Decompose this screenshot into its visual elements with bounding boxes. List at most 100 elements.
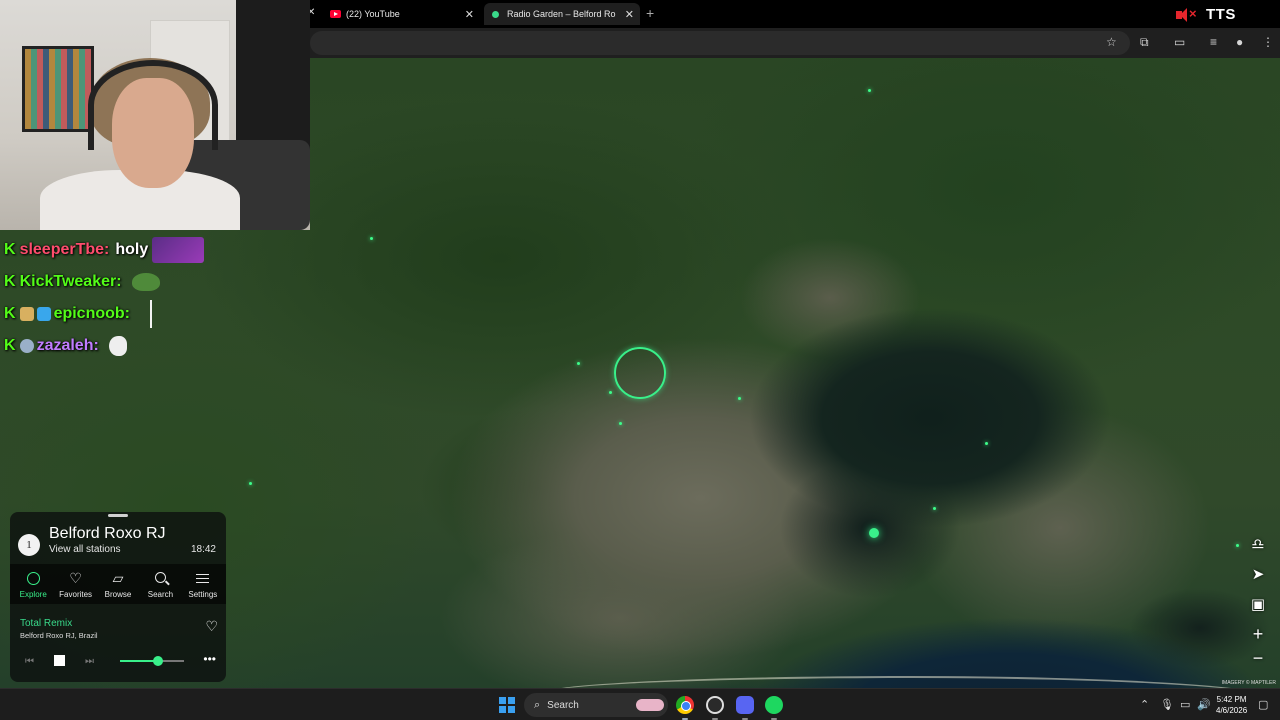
explore-ring-icon xyxy=(26,572,40,585)
balloon-icon[interactable]: ♎ xyxy=(1248,534,1268,554)
chat-message: K KickTweaker: xyxy=(4,266,204,298)
map-credit: IMAGERY © MAPTILER xyxy=(1221,680,1276,686)
windows-start-icon[interactable] xyxy=(499,697,515,713)
station-dot[interactable] xyxy=(1236,544,1239,547)
favorite-heart-icon[interactable]: ♡ xyxy=(205,618,218,635)
spotify-icon[interactable] xyxy=(765,696,783,714)
new-tab-button[interactable]: + xyxy=(646,5,654,21)
locate-arrow-icon[interactable]: ➤ xyxy=(1248,564,1268,584)
station-dot[interactable] xyxy=(249,482,252,485)
previous-icon[interactable]: ⏮ xyxy=(25,656,34,667)
playing-station-dot[interactable] xyxy=(869,528,879,538)
chat-username: zazaleh: xyxy=(36,337,99,354)
chat-text: holy xyxy=(115,241,149,258)
taskbar-time: 5:42 PM xyxy=(1216,695,1247,704)
bookmark-star-icon[interactable]: ☆ xyxy=(1106,35,1117,49)
search-icon xyxy=(154,572,166,583)
profile-avatar-icon[interactable]: ● xyxy=(1236,35,1243,49)
now-playing-title[interactable]: Total Remix xyxy=(20,618,72,629)
station-count-badge: 1 xyxy=(18,534,40,556)
taskbar-clock[interactable]: 5:42 PM 4/6/2026 xyxy=(1216,694,1247,716)
obs-icon[interactable] xyxy=(706,696,724,714)
kick-badge-icon: K xyxy=(4,241,16,258)
radio-garden-icon xyxy=(492,10,499,18)
chrome-icon[interactable] xyxy=(676,696,694,714)
webcam-poster xyxy=(22,46,94,132)
stop-button[interactable] xyxy=(54,655,65,666)
selected-station-ring[interactable] xyxy=(614,347,666,399)
station-dot[interactable] xyxy=(370,237,373,240)
nav-favorites[interactable]: ♡ Favorites xyxy=(54,564,96,604)
taskbar-date: 4/6/2026 xyxy=(1216,706,1248,715)
taskbar-search-label: Search xyxy=(547,699,579,711)
browser-menu-icon[interactable]: ⋮ xyxy=(1262,35,1274,49)
volume-knob[interactable] xyxy=(153,656,164,666)
muted-speaker-icon: × xyxy=(1176,6,1197,22)
tts-indicator: × TTS xyxy=(1176,6,1236,23)
nav-search[interactable]: Search xyxy=(139,564,181,604)
station-dot[interactable] xyxy=(577,362,580,365)
view-all-stations-link[interactable]: View all stations xyxy=(49,544,121,555)
stickman-emote-icon xyxy=(150,300,162,328)
nav-label: Browse xyxy=(104,589,132,599)
nav-label: Search xyxy=(147,589,174,599)
gold-badge-icon xyxy=(19,307,34,321)
more-options-icon[interactable]: ••• xyxy=(203,652,216,666)
kick-badge-icon: K xyxy=(4,305,16,322)
tab-radio-garden[interactable]: Radio Garden – Belford Ro ✕ xyxy=(484,3,640,25)
station-dot[interactable] xyxy=(609,391,612,394)
nav-label: Favorites xyxy=(59,589,93,599)
map-icon: ▱ xyxy=(112,570,124,586)
search-highlight-icon xyxy=(636,699,664,711)
station-dot[interactable] xyxy=(933,507,936,510)
radio-garden-nav: Explore ♡ Favorites ▱ Browse Search Sett… xyxy=(10,564,226,604)
address-bar[interactable] xyxy=(310,31,1130,55)
nav-browse[interactable]: ▱ Browse xyxy=(97,564,139,604)
station-dot[interactable] xyxy=(738,397,741,400)
station-dot[interactable] xyxy=(868,89,871,92)
globe-badge-icon xyxy=(19,339,34,353)
tab-label: Radio Garden – Belford Ro xyxy=(507,9,616,19)
cast-icon[interactable]: ▭ xyxy=(1174,35,1185,49)
webcam-feed xyxy=(0,0,310,230)
network-icon[interactable]: ▭ xyxy=(1180,698,1190,711)
discord-icon[interactable] xyxy=(736,696,754,714)
lock-icon[interactable]: ▣ xyxy=(1248,594,1268,614)
station-dot[interactable] xyxy=(985,442,988,445)
place-name: Belford Roxo RJ xyxy=(49,525,166,542)
volume-slider[interactable] xyxy=(120,656,184,666)
chat-message: K epicnoob: xyxy=(4,298,204,330)
zoom-out-icon[interactable]: − xyxy=(1248,648,1268,668)
chat-username: KickTweaker: xyxy=(19,273,122,290)
local-time: 18:42 xyxy=(190,544,216,555)
station-dot[interactable] xyxy=(619,422,622,425)
nav-explore[interactable]: Explore xyxy=(12,564,54,604)
chat-message: K sleeperTbe: holy xyxy=(4,234,205,266)
youtube-icon xyxy=(330,10,341,18)
chat-username: epicnoob: xyxy=(53,305,130,322)
heart-icon: ♡ xyxy=(69,570,82,586)
emote-icon xyxy=(152,237,205,263)
search-icon: ⌕ xyxy=(534,698,541,711)
radio-garden-panel: 1 Belford Roxo RJ View all stations 18:4… xyxy=(10,512,226,682)
tab-youtube[interactable]: (22) YouTube ✕ xyxy=(322,3,480,25)
tab-close-icon[interactable]: ✕ xyxy=(465,8,474,21)
now-playing-location: Belford Roxo RJ, Brazil xyxy=(20,631,98,640)
nav-settings[interactable]: Settings xyxy=(182,564,224,604)
zoom-in-icon[interactable]: + xyxy=(1248,624,1268,644)
taskbar-search[interactable]: ⌕ Search xyxy=(524,693,668,717)
nav-label: Explore xyxy=(19,589,47,599)
webcam-shelf xyxy=(236,0,310,150)
tab-close-icon[interactable]: ✕ xyxy=(625,8,634,21)
screen: ✕ (22) YouTube ✕ Radio Garden – Belford … xyxy=(0,0,1280,720)
next-icon[interactable]: ⏭ xyxy=(85,656,94,667)
media-controls-icon[interactable]: ≡ xyxy=(1210,35,1217,49)
volume-icon[interactable]: 🔊 xyxy=(1197,698,1211,711)
panel-drag-handle[interactable] xyxy=(108,514,128,517)
kick-badge-icon: K xyxy=(4,337,16,354)
extensions-icon[interactable]: ⧉ xyxy=(1140,35,1149,50)
cube-badge-icon xyxy=(36,307,51,321)
microphone-icon[interactable]: 🎙 xyxy=(1160,698,1174,711)
notifications-icon[interactable]: ▢ xyxy=(1258,698,1268,711)
tray-chevron-icon[interactable]: ⌃ xyxy=(1140,698,1149,711)
